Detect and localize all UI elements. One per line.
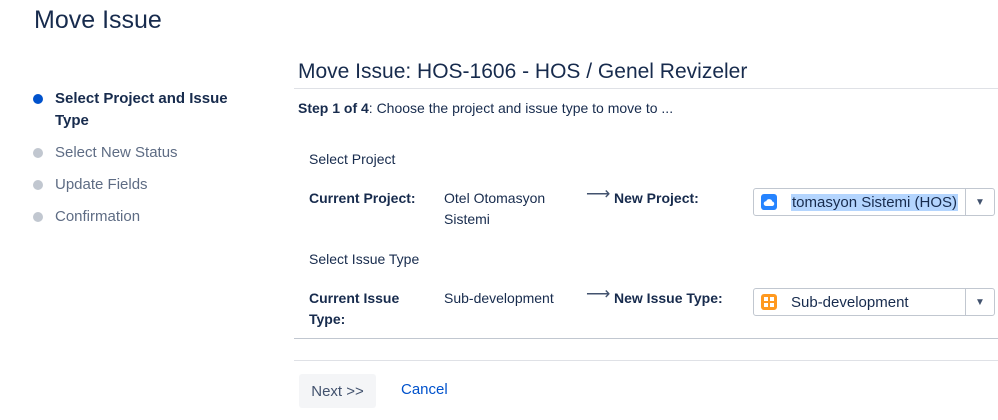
- step-update-fields: Update Fields: [33, 174, 263, 196]
- next-button[interactable]: Next >>: [299, 374, 376, 408]
- new-issue-type-value: Sub-development: [791, 293, 909, 311]
- new-project-label: New Project:: [614, 190, 699, 206]
- arrow-right-icon: ⟶: [586, 184, 611, 203]
- move-form: Move Issue: HOS-1606 - HOS / Genel Reviz…: [294, 56, 998, 116]
- subtask-icon: [761, 294, 777, 310]
- step-select-project: Select Project and Issue Type: [33, 88, 263, 132]
- new-project-select[interactable]: tomasyon Sistemi (HOS) ▼: [753, 188, 995, 216]
- step-label: Update Fields: [55, 176, 148, 193]
- divider: [294, 360, 998, 361]
- arrow-right-icon: ⟶: [586, 284, 611, 303]
- step-select-status: Select New Status: [33, 142, 263, 164]
- step-dot: [33, 212, 43, 222]
- step-confirmation: Confirmation: [33, 206, 263, 228]
- form-title: Move Issue: HOS-1606 - HOS / Genel Reviz…: [298, 60, 748, 83]
- current-issue-type-value: Sub-development: [444, 290, 554, 306]
- cloud-project-icon: [761, 194, 777, 210]
- step-dot: [33, 148, 43, 158]
- new-issue-type-select[interactable]: Sub-development ▼: [753, 288, 995, 316]
- step-description: Step 1 of 4: Choose the project and issu…: [298, 100, 998, 116]
- select-project-heading: Select Project: [309, 151, 396, 167]
- active-step-dot: [33, 94, 43, 104]
- step-prefix: Step 1 of 4: [298, 100, 369, 116]
- step-text: : Choose the project and issue type to m…: [368, 100, 674, 116]
- new-issue-type-label: New Issue Type:: [614, 290, 723, 306]
- select-issue-type-heading: Select Issue Type: [309, 251, 420, 267]
- chevron-down-icon[interactable]: ▼: [965, 289, 994, 315]
- step-label: Confirmation: [55, 208, 141, 225]
- chevron-down-icon[interactable]: ▼: [965, 189, 994, 215]
- step-label: Select Project and Issue Type: [55, 90, 228, 129]
- step-dot: [33, 180, 43, 190]
- wizard-steps: Select Project and Issue Type Select New…: [33, 88, 263, 238]
- current-project-label: Current Project:: [309, 190, 416, 206]
- cancel-link[interactable]: Cancel: [401, 381, 448, 398]
- new-project-value: tomasyon Sistemi (HOS): [791, 193, 959, 211]
- divider: [294, 88, 998, 89]
- page-title: Move Issue: [34, 6, 162, 34]
- current-issue-type-label: Current Issue Type:: [309, 290, 400, 327]
- divider: [294, 338, 998, 339]
- current-project-value: Otel Otomasyon Sistemi: [444, 190, 546, 227]
- step-label: Select New Status: [55, 144, 178, 161]
